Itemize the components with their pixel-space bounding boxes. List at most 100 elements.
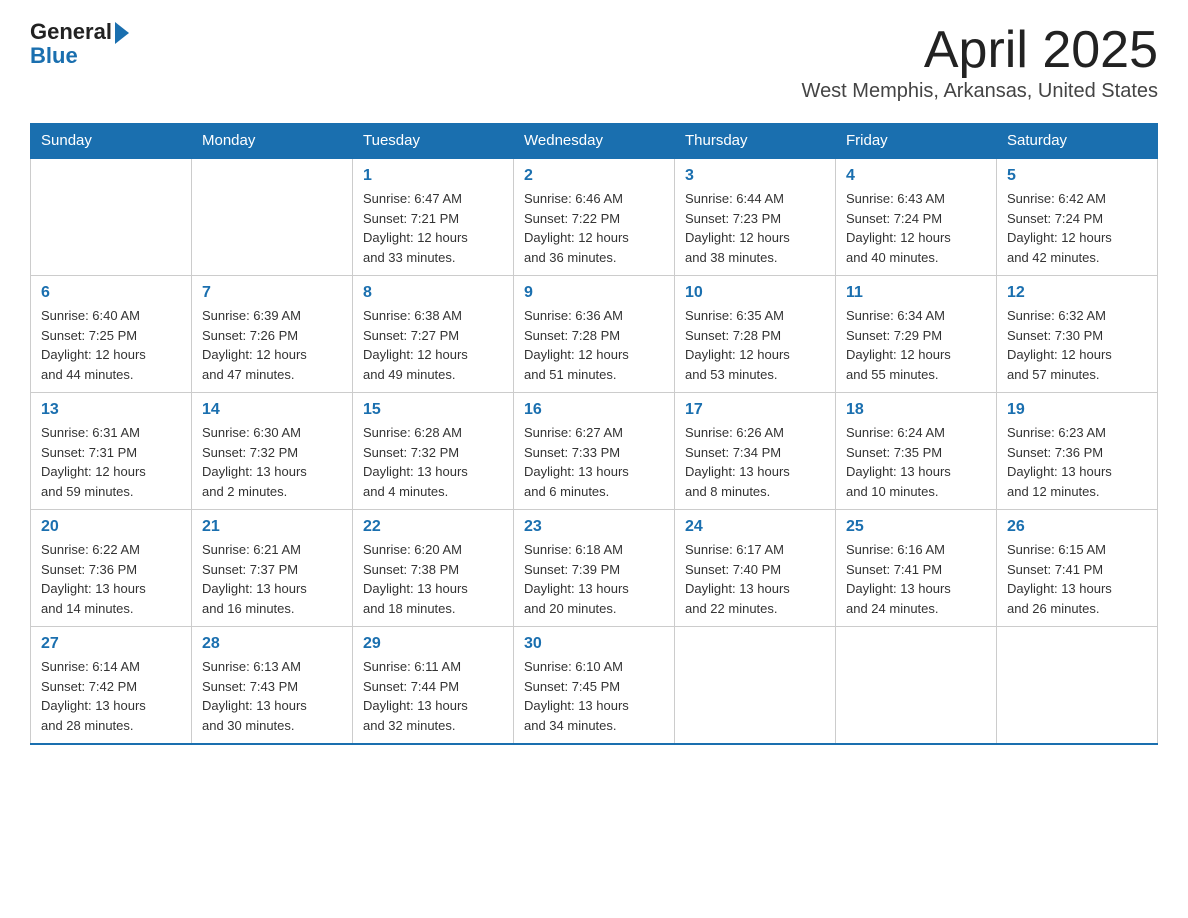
calendar-header-row: SundayMondayTuesdayWednesdayThursdayFrid… <box>31 124 1158 159</box>
calendar-table: SundayMondayTuesdayWednesdayThursdayFrid… <box>30 123 1158 745</box>
day-number: 23 <box>524 518 664 536</box>
month-title: April 2025 <box>802 20 1158 80</box>
calendar-header-tuesday: Tuesday <box>353 124 514 159</box>
day-number: 18 <box>846 401 986 419</box>
calendar-header-wednesday: Wednesday <box>514 124 675 159</box>
calendar-cell: 22 Sunrise: 6:20 AMSunset: 7:38 PMDayligh… <box>353 510 514 627</box>
day-info: Sunrise: 6:40 AMSunset: 7:25 PMDaylight:… <box>41 306 181 384</box>
day-number: 13 <box>41 401 181 419</box>
day-number: 1 <box>363 167 503 185</box>
calendar-cell <box>997 627 1158 745</box>
day-info: Sunrise: 6:38 AMSunset: 7:27 PMDaylight:… <box>363 306 503 384</box>
calendar-cell: 2Sunrise: 6:46 AMSunset: 7:22 PMDaylight… <box>514 158 675 276</box>
page-header: General Blue April 2025 West Memphis, Ar… <box>30 20 1158 119</box>
calendar-cell: 30 Sunrise: 6:10 AMSunset: 7:45 PMDayligh… <box>514 627 675 745</box>
day-info: Sunrise: 6:27 AMSunset: 7:33 PMDaylight:… <box>524 423 664 501</box>
day-number: 5 <box>1007 167 1147 185</box>
calendar-cell: 6 Sunrise: 6:40 AMSunset: 7:25 PMDaylight… <box>31 276 192 393</box>
day-info: Sunrise: 6:36 AMSunset: 7:28 PMDaylight:… <box>524 306 664 384</box>
day-info: Sunrise: 6:21 AMSunset: 7:37 PMDaylight:… <box>202 540 342 618</box>
day-number: 7 <box>202 284 342 302</box>
calendar-cell: 10Sunrise: 6:35 AMSunset: 7:28 PMDayligh… <box>675 276 836 393</box>
day-info: Sunrise: 6:28 AMSunset: 7:32 PMDaylight:… <box>363 423 503 501</box>
day-number: 14 <box>202 401 342 419</box>
day-info: Sunrise: 6:32 AMSunset: 7:30 PMDaylight:… <box>1007 306 1147 384</box>
day-number: 2 <box>524 167 664 185</box>
calendar-cell: 12 Sunrise: 6:32 AMSunset: 7:30 PMDayligh… <box>997 276 1158 393</box>
day-number: 27 <box>41 635 181 653</box>
calendar-cell: 25 Sunrise: 6:16 AMSunset: 7:41 PMDayligh… <box>836 510 997 627</box>
calendar-cell: 9Sunrise: 6:36 AMSunset: 7:28 PMDaylight… <box>514 276 675 393</box>
calendar-cell: 17 Sunrise: 6:26 AMSunset: 7:34 PMDayligh… <box>675 393 836 510</box>
day-info: Sunrise: 6:34 AMSunset: 7:29 PMDaylight:… <box>846 306 986 384</box>
day-number: 4 <box>846 167 986 185</box>
day-info: Sunrise: 6:39 AMSunset: 7:26 PMDaylight:… <box>202 306 342 384</box>
day-info: Sunrise: 6:20 AMSunset: 7:38 PMDaylight:… <box>363 540 503 618</box>
day-info: Sunrise: 6:18 AMSunset: 7:39 PMDaylight:… <box>524 540 664 618</box>
calendar-cell: 26Sunrise: 6:15 AMSunset: 7:41 PMDayligh… <box>997 510 1158 627</box>
calendar-cell: 13 Sunrise: 6:31 AMSunset: 7:31 PMDayligh… <box>31 393 192 510</box>
day-number: 15 <box>363 401 503 419</box>
day-number: 16 <box>524 401 664 419</box>
day-number: 11 <box>846 284 986 302</box>
logo-blue: Blue <box>30 44 78 68</box>
calendar-cell: 27 Sunrise: 6:14 AMSunset: 7:42 PMDayligh… <box>31 627 192 745</box>
calendar-cell: 3 Sunrise: 6:44 AMSunset: 7:23 PMDaylight… <box>675 158 836 276</box>
calendar-cell: 7 Sunrise: 6:39 AMSunset: 7:26 PMDaylight… <box>192 276 353 393</box>
calendar-cell: 5 Sunrise: 6:42 AMSunset: 7:24 PMDaylight… <box>997 158 1158 276</box>
location-title: West Memphis, Arkansas, United States <box>802 80 1158 103</box>
calendar-cell <box>675 627 836 745</box>
day-number: 17 <box>685 401 825 419</box>
day-info: Sunrise: 6:42 AMSunset: 7:24 PMDaylight:… <box>1007 189 1147 267</box>
calendar-cell: 15 Sunrise: 6:28 AMSunset: 7:32 PMDayligh… <box>353 393 514 510</box>
day-number: 28 <box>202 635 342 653</box>
calendar-cell: 11 Sunrise: 6:34 AMSunset: 7:29 PMDayligh… <box>836 276 997 393</box>
day-info: Sunrise: 6:22 AMSunset: 7:36 PMDaylight:… <box>41 540 181 618</box>
calendar-cell: 18 Sunrise: 6:24 AMSunset: 7:35 PMDayligh… <box>836 393 997 510</box>
calendar-week-row: 20 Sunrise: 6:22 AMSunset: 7:36 PMDayligh… <box>31 510 1158 627</box>
calendar-header-monday: Monday <box>192 124 353 159</box>
day-number: 6 <box>41 284 181 302</box>
day-number: 20 <box>41 518 181 536</box>
day-info: Sunrise: 6:31 AMSunset: 7:31 PMDaylight:… <box>41 423 181 501</box>
logo-general: General <box>30 20 112 44</box>
day-info: Sunrise: 6:11 AMSunset: 7:44 PMDaylight:… <box>363 657 503 735</box>
day-number: 12 <box>1007 284 1147 302</box>
calendar-week-row: 6 Sunrise: 6:40 AMSunset: 7:25 PMDaylight… <box>31 276 1158 393</box>
calendar-header-thursday: Thursday <box>675 124 836 159</box>
day-number: 22 <box>363 518 503 536</box>
calendar-cell: 8 Sunrise: 6:38 AMSunset: 7:27 PMDaylight… <box>353 276 514 393</box>
calendar-cell: 28Sunrise: 6:13 AMSunset: 7:43 PMDayligh… <box>192 627 353 745</box>
calendar-cell: 20 Sunrise: 6:22 AMSunset: 7:36 PMDayligh… <box>31 510 192 627</box>
calendar-cell: 19Sunrise: 6:23 AMSunset: 7:36 PMDayligh… <box>997 393 1158 510</box>
day-info: Sunrise: 6:16 AMSunset: 7:41 PMDaylight:… <box>846 540 986 618</box>
day-info: Sunrise: 6:14 AMSunset: 7:42 PMDaylight:… <box>41 657 181 735</box>
calendar-cell: 21 Sunrise: 6:21 AMSunset: 7:37 PMDayligh… <box>192 510 353 627</box>
day-info: Sunrise: 6:47 AMSunset: 7:21 PMDaylight:… <box>363 189 503 267</box>
calendar-cell: 16 Sunrise: 6:27 AMSunset: 7:33 PMDayligh… <box>514 393 675 510</box>
day-number: 29 <box>363 635 503 653</box>
calendar-cell <box>31 158 192 276</box>
day-number: 3 <box>685 167 825 185</box>
calendar-week-row: 13 Sunrise: 6:31 AMSunset: 7:31 PMDayligh… <box>31 393 1158 510</box>
day-info: Sunrise: 6:35 AMSunset: 7:28 PMDaylight:… <box>685 306 825 384</box>
calendar-week-row: 27 Sunrise: 6:14 AMSunset: 7:42 PMDayligh… <box>31 627 1158 745</box>
day-info: Sunrise: 6:43 AMSunset: 7:24 PMDaylight:… <box>846 189 986 267</box>
day-info: Sunrise: 6:17 AMSunset: 7:40 PMDaylight:… <box>685 540 825 618</box>
calendar-cell: 1 Sunrise: 6:47 AMSunset: 7:21 PMDaylight… <box>353 158 514 276</box>
day-number: 25 <box>846 518 986 536</box>
day-info: Sunrise: 6:23 AMSunset: 7:36 PMDaylight:… <box>1007 423 1147 501</box>
day-info: Sunrise: 6:10 AMSunset: 7:45 PMDaylight:… <box>524 657 664 735</box>
calendar-header-sunday: Sunday <box>31 124 192 159</box>
day-info: Sunrise: 6:24 AMSunset: 7:35 PMDaylight:… <box>846 423 986 501</box>
calendar-header-saturday: Saturday <box>997 124 1158 159</box>
day-number: 21 <box>202 518 342 536</box>
day-info: Sunrise: 6:26 AMSunset: 7:34 PMDaylight:… <box>685 423 825 501</box>
day-number: 30 <box>524 635 664 653</box>
day-number: 24 <box>685 518 825 536</box>
logo: General Blue <box>30 20 129 68</box>
calendar-cell: 29 Sunrise: 6:11 AMSunset: 7:44 PMDayligh… <box>353 627 514 745</box>
day-info: Sunrise: 6:30 AMSunset: 7:32 PMDaylight:… <box>202 423 342 501</box>
day-info: Sunrise: 6:44 AMSunset: 7:23 PMDaylight:… <box>685 189 825 267</box>
day-number: 8 <box>363 284 503 302</box>
